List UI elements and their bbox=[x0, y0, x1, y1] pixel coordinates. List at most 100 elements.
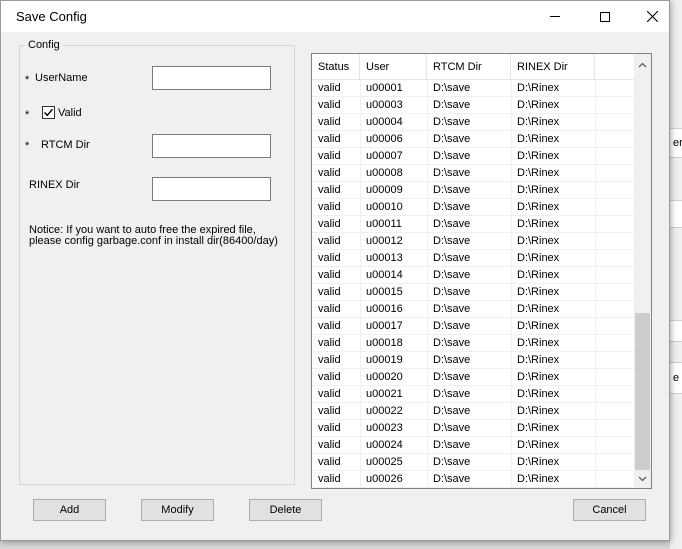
scrollbar-thumb[interactable] bbox=[635, 313, 650, 470]
scroll-up-button[interactable] bbox=[634, 56, 651, 73]
cell-user: u00020 bbox=[366, 371, 403, 383]
column-header-status[interactable]: Status bbox=[312, 54, 360, 80]
column-header-rtcm-dir[interactable]: RTCM Dir bbox=[427, 54, 511, 80]
rinex-dir-label: RINEX Dir bbox=[29, 179, 80, 191]
table-row[interactable]: valid u00009 D:\save D:\Rinex bbox=[312, 182, 635, 199]
cell-user: u00004 bbox=[366, 116, 403, 128]
table-row[interactable]: valid u00004 D:\save D:\Rinex bbox=[312, 114, 635, 131]
cell-rinex-dir: D:\Rinex bbox=[517, 252, 560, 264]
cell-user: u00006 bbox=[366, 133, 403, 145]
table-row[interactable]: valid u00019 D:\save D:\Rinex bbox=[312, 352, 635, 369]
cell-rtcm-dir: D:\save bbox=[433, 405, 471, 417]
cell-rtcm-dir: D:\save bbox=[433, 337, 471, 349]
rinex-dir-input[interactable] bbox=[152, 177, 271, 201]
table-row[interactable]: valid u00012 D:\save D:\Rinex bbox=[312, 233, 635, 250]
cancel-button[interactable]: Cancel bbox=[573, 499, 646, 521]
table-row[interactable]: valid u00014 D:\save D:\Rinex bbox=[312, 267, 635, 284]
background-field bbox=[669, 200, 682, 228]
close-button[interactable] bbox=[629, 1, 675, 32]
cell-rinex-dir: D:\Rinex bbox=[517, 422, 560, 434]
cell-rinex-dir: D:\Rinex bbox=[517, 82, 560, 94]
cell-status: valid bbox=[318, 422, 341, 434]
delete-button[interactable]: Delete bbox=[249, 499, 322, 521]
table-row[interactable]: valid u00026 D:\save D:\Rinex bbox=[312, 471, 635, 488]
cell-user: u00017 bbox=[366, 320, 403, 332]
cell-rtcm-dir: D:\save bbox=[433, 201, 471, 213]
cell-status: valid bbox=[318, 133, 341, 145]
maximize-icon bbox=[600, 11, 610, 22]
cell-rinex-dir: D:\Rinex bbox=[517, 116, 560, 128]
cell-rinex-dir: D:\Rinex bbox=[517, 99, 560, 111]
cell-rinex-dir: D:\Rinex bbox=[517, 456, 560, 468]
background-window bbox=[670, 0, 682, 549]
table-row[interactable]: valid u00007 D:\save D:\Rinex bbox=[312, 148, 635, 165]
vertical-scrollbar[interactable] bbox=[634, 54, 651, 488]
table-row[interactable]: valid u00013 D:\save D:\Rinex bbox=[312, 250, 635, 267]
cell-rtcm-dir: D:\save bbox=[433, 252, 471, 264]
modify-button[interactable]: Modify bbox=[141, 499, 214, 521]
cell-rtcm-dir: D:\save bbox=[433, 184, 471, 196]
cell-status: valid bbox=[318, 320, 341, 332]
table-row[interactable]: valid u00015 D:\save D:\Rinex bbox=[312, 284, 635, 301]
cell-rtcm-dir: D:\save bbox=[433, 320, 471, 332]
title-bar: Save Config bbox=[1, 1, 669, 32]
table-row[interactable]: valid u00022 D:\save D:\Rinex bbox=[312, 403, 635, 420]
scroll-down-button[interactable] bbox=[634, 470, 651, 487]
table-row[interactable]: valid u00001 D:\save D:\Rinex bbox=[312, 80, 635, 97]
table-row[interactable]: valid u00017 D:\save D:\Rinex bbox=[312, 318, 635, 335]
table-row[interactable]: valid u00010 D:\save D:\Rinex bbox=[312, 199, 635, 216]
table-row[interactable]: valid u00003 D:\save D:\Rinex bbox=[312, 97, 635, 114]
table-row[interactable]: valid u00023 D:\save D:\Rinex bbox=[312, 420, 635, 437]
table-row[interactable]: valid u00020 D:\save D:\Rinex bbox=[312, 369, 635, 386]
cell-status: valid bbox=[318, 184, 341, 196]
cell-rtcm-dir: D:\save bbox=[433, 99, 471, 111]
cell-status: valid bbox=[318, 167, 341, 179]
cell-rtcm-dir: D:\save bbox=[433, 371, 471, 383]
cell-rinex-dir: D:\Rinex bbox=[517, 405, 560, 417]
cell-rinex-dir: D:\Rinex bbox=[517, 133, 560, 145]
maximize-button[interactable] bbox=[582, 1, 628, 32]
cell-status: valid bbox=[318, 252, 341, 264]
cell-user: u00026 bbox=[366, 473, 403, 485]
close-icon bbox=[646, 11, 658, 22]
background-field: er bbox=[669, 128, 682, 158]
chevron-down-icon bbox=[638, 476, 647, 481]
valid-checkbox[interactable] bbox=[42, 106, 55, 119]
table-row[interactable]: valid u00025 D:\save D:\Rinex bbox=[312, 454, 635, 471]
cell-user: u00012 bbox=[366, 235, 403, 247]
cell-rinex-dir: D:\Rinex bbox=[517, 286, 560, 298]
table-row[interactable]: valid u00021 D:\save D:\Rinex bbox=[312, 386, 635, 403]
cell-status: valid bbox=[318, 201, 341, 213]
cell-rinex-dir: D:\Rinex bbox=[517, 201, 560, 213]
background-text: er bbox=[673, 137, 682, 149]
table-row[interactable]: valid u00024 D:\save D:\Rinex bbox=[312, 437, 635, 454]
window-title: Save Config bbox=[16, 9, 87, 24]
cell-status: valid bbox=[318, 371, 341, 383]
add-button[interactable]: Add bbox=[33, 499, 106, 521]
cell-rinex-dir: D:\Rinex bbox=[517, 184, 560, 196]
background-text: e bbox=[673, 372, 680, 384]
column-header-rinex-dir[interactable]: RINEX Dir bbox=[511, 54, 595, 80]
table-row[interactable]: valid u00008 D:\save D:\Rinex bbox=[312, 165, 635, 182]
table-row[interactable]: valid u00016 D:\save D:\Rinex bbox=[312, 301, 635, 318]
username-input[interactable] bbox=[152, 66, 271, 90]
cell-rtcm-dir: D:\save bbox=[433, 456, 471, 468]
list-body: valid u00001 D:\save D:\Rinex valid u00003 D:\… bbox=[312, 80, 635, 488]
cell-user: u00001 bbox=[366, 82, 403, 94]
table-row[interactable]: valid u00011 D:\save D:\Rinex bbox=[312, 216, 635, 233]
minimize-button[interactable] bbox=[532, 1, 578, 32]
column-header-user[interactable]: User bbox=[360, 54, 427, 80]
cell-rinex-dir: D:\Rinex bbox=[517, 439, 560, 451]
cell-rtcm-dir: D:\save bbox=[433, 167, 471, 179]
rtcm-dir-input[interactable] bbox=[152, 134, 271, 158]
cell-status: valid bbox=[318, 235, 341, 247]
cell-rinex-dir: D:\Rinex bbox=[517, 269, 560, 281]
table-row[interactable]: valid u00018 D:\save D:\Rinex bbox=[312, 335, 635, 352]
cell-rinex-dir: D:\Rinex bbox=[517, 303, 560, 315]
table-row[interactable]: valid u00006 D:\save D:\Rinex bbox=[312, 131, 635, 148]
notice-text: Notice: If you want to auto free the exp… bbox=[29, 224, 278, 247]
config-list[interactable]: Status User RTCM Dir RINEX Dir valid u000… bbox=[311, 53, 652, 489]
required-marker: * bbox=[25, 74, 30, 86]
cell-rtcm-dir: D:\save bbox=[433, 388, 471, 400]
cell-rtcm-dir: D:\save bbox=[433, 218, 471, 230]
